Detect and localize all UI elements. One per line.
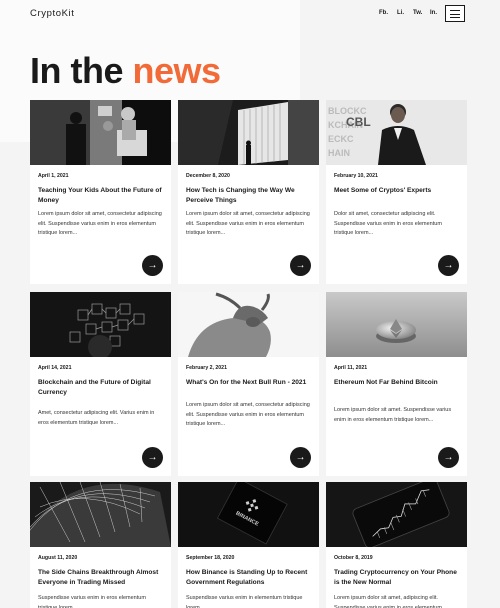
binance-card-icon: BINANCE	[178, 482, 319, 547]
svg-text:ECKC: ECKC	[328, 134, 354, 144]
read-more-arrow-button[interactable]: →	[290, 255, 311, 276]
news-card[interactable]: BLOCKC KCHAIN ECKC HAIN CBL February 10, 2…	[326, 100, 467, 284]
card-date: September 18, 2020	[186, 555, 235, 561]
social-link-twitter[interactable]: Tw.	[413, 10, 422, 16]
card-excerpt: Dolor sit amet, consectetur adipiscing e…	[334, 211, 442, 236]
svg-text:CBL: CBL	[346, 115, 371, 129]
news-card[interactable]: December 8, 2020 How Tech is Changing th…	[178, 100, 319, 284]
news-card[interactable]: April 14, 2021 Blockchain and the Future…	[30, 292, 171, 476]
social-link-linkedin[interactable]: Li.	[397, 10, 404, 16]
news-card[interactable]: October 8, 2019 Trading Cryptocurrency o…	[326, 482, 467, 608]
read-more-arrow-button[interactable]: →	[290, 447, 311, 468]
read-more-arrow-button[interactable]: →	[142, 255, 163, 276]
card-excerpt: Amet, consectetur adipiscing elit. Variu…	[38, 410, 155, 426]
news-card[interactable]: February 2, 2021 What's On for the Next …	[178, 292, 319, 476]
phone-chart-icon	[326, 482, 467, 547]
read-more-arrow-button[interactable]: →	[438, 255, 459, 276]
card-title[interactable]: How Binance is Standing Up to Recent Gov…	[186, 568, 312, 588]
read-more-arrow-button[interactable]: →	[438, 447, 459, 468]
card-date: December 8, 2020	[186, 173, 230, 179]
card-date: February 10, 2021	[334, 173, 378, 179]
svg-text:HAIN: HAIN	[328, 148, 350, 158]
page-title: In the news	[30, 50, 221, 92]
dome-structure-icon	[30, 482, 171, 547]
read-more-arrow-button[interactable]: →	[142, 447, 163, 468]
card-excerpt: Lorem ipsum dolor sit amet, consectetur …	[38, 211, 162, 236]
social-link-instagram[interactable]: In.	[430, 10, 437, 16]
card-excerpt: Lorem ipsum dolor sit amet, consectetur …	[186, 211, 310, 236]
card-date: February 2, 2021	[186, 365, 227, 371]
card-title[interactable]: What's On for the Next Bull Run - 2021	[186, 378, 312, 388]
blockchain-cubes-icon	[30, 292, 171, 357]
card-date: August 11, 2020	[38, 555, 78, 561]
hamburger-menu-button[interactable]	[445, 5, 465, 22]
card-title[interactable]: How Tech is Changing the Way We Perceive…	[186, 186, 312, 206]
card-title[interactable]: Ethereum Not Far Behind Bitcoin	[334, 378, 460, 388]
portrait-photo-icon: BLOCKC KCHAIN ECKC HAIN CBL	[326, 100, 467, 165]
card-date: October 8, 2019	[334, 555, 373, 561]
card-date: April 11, 2021	[334, 365, 368, 371]
card-excerpt: Suspendisse varius enim in elementum tri…	[186, 595, 303, 608]
news-card[interactable]: April 1, 2021 Teaching Your Kids About t…	[30, 100, 171, 284]
card-title[interactable]: Trading Cryptocurrency on Your Phone is …	[334, 568, 460, 588]
news-card[interactable]: April 11, 2021 Ethereum Not Far Behind B…	[326, 292, 467, 476]
card-excerpt: Lorem ipsum dolor sit amet, adipiscing e…	[334, 595, 447, 608]
page-title-text: In the	[30, 50, 124, 91]
card-excerpt: Lorem ipsum dolor sit amet. Suspendisse …	[334, 407, 452, 423]
site-logo[interactable]: CryptoKit	[30, 8, 74, 19]
bull-statue-icon	[178, 292, 319, 357]
news-card[interactable]: August 11, 2020 The Side Chains Breakthr…	[30, 482, 171, 608]
site-header: CryptoKit Fb. Li. Tw. In.	[0, 0, 500, 30]
card-date: April 1, 2021	[38, 173, 69, 179]
news-card[interactable]: BINANCE September 18, 2020 How Binance i…	[178, 482, 319, 608]
card-excerpt: Suspendisse varius enim in eros elementu…	[38, 595, 146, 608]
architecture-photo-icon	[178, 100, 319, 165]
social-link-facebook[interactable]: Fb.	[379, 10, 388, 16]
ethereum-coin-icon	[326, 292, 467, 357]
card-excerpt: Lorem ipsum dolor sit amet, consectetur …	[186, 402, 310, 427]
card-date: April 14, 2021	[38, 365, 72, 371]
card-title[interactable]: Teaching Your Kids About the Future of M…	[38, 186, 164, 206]
card-title[interactable]: The Side Chains Breakthrough Almost Ever…	[38, 568, 164, 588]
family-photo-icon	[30, 100, 171, 165]
card-title[interactable]: Meet Some of Cryptos' Experts	[334, 186, 460, 196]
page-title-accent: news	[132, 50, 222, 91]
card-title[interactable]: Blockchain and the Future of Digital Cur…	[38, 378, 164, 398]
